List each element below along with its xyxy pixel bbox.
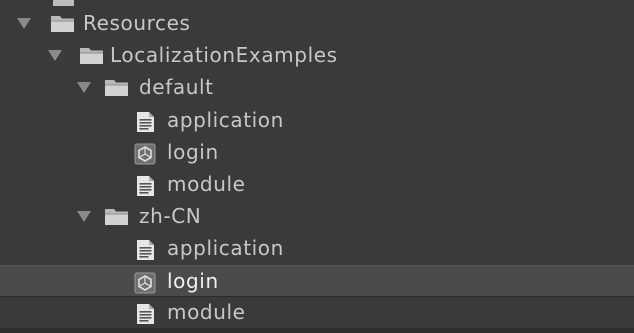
folder-icon xyxy=(104,207,130,232)
tree-item-login[interactable]: login xyxy=(0,137,634,169)
tree-item-label: LocalizationExamples xyxy=(110,43,338,67)
expand-arrow-icon[interactable] xyxy=(17,18,31,29)
tree-item-zh-cn[interactable]: zh-CN xyxy=(0,201,634,233)
text-file-icon xyxy=(134,303,156,330)
tree-item-module[interactable]: module xyxy=(0,297,634,329)
tree-item-resources[interactable]: Resources xyxy=(0,8,634,40)
unity-asset-icon xyxy=(134,143,156,170)
tree-item-label: module xyxy=(167,172,246,196)
folder-icon xyxy=(79,46,105,71)
tree-item-label: zh-CN xyxy=(139,204,202,228)
folder-icon xyxy=(104,78,130,103)
project-hierarchy-panel: Resources LocalizationExamples default a… xyxy=(0,0,634,333)
tree-item-label: module xyxy=(167,300,246,324)
tree-item-localizationexamples[interactable]: LocalizationExamples xyxy=(0,40,634,72)
tree-item-application[interactable]: application xyxy=(0,233,634,265)
tree-item-module[interactable]: module xyxy=(0,169,634,201)
tree-item-label: default xyxy=(139,75,214,99)
tree-item-label: login xyxy=(167,269,219,293)
tree-item-label: Resources xyxy=(83,11,191,35)
expand-arrow-icon[interactable] xyxy=(48,50,62,61)
partial-tree-row xyxy=(0,0,634,6)
folder-icon xyxy=(50,14,76,39)
tree-item-label: application xyxy=(167,108,284,132)
unity-asset-icon xyxy=(134,272,156,299)
text-file-icon xyxy=(134,111,156,138)
text-file-icon xyxy=(134,239,156,266)
tree-item-label: login xyxy=(167,140,219,164)
tree-item-default[interactable]: default xyxy=(0,72,634,104)
expand-arrow-icon[interactable] xyxy=(77,82,91,93)
tree-item-label: application xyxy=(167,236,284,260)
tree-item-application[interactable]: application xyxy=(0,105,634,137)
expand-arrow-icon[interactable] xyxy=(77,211,91,222)
panel-bottom-edge xyxy=(0,328,634,333)
text-file-icon xyxy=(134,175,156,202)
tree-item-login-selected[interactable]: login xyxy=(0,265,634,297)
